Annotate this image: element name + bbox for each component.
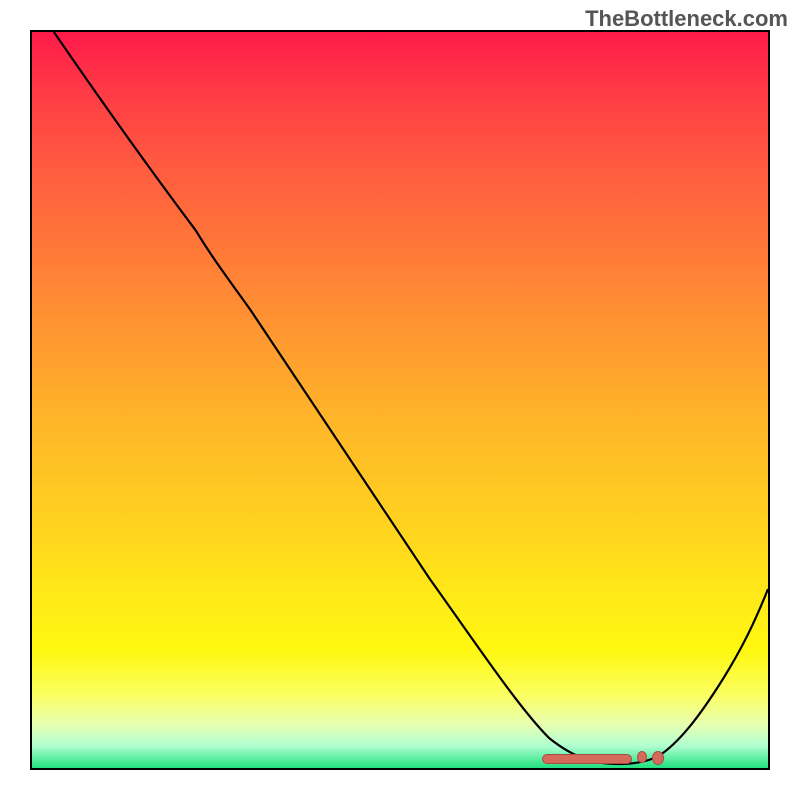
chart-svg xyxy=(32,32,768,768)
chart-marker-range xyxy=(542,754,632,764)
watermark-text: TheBottleneck.com xyxy=(585,6,788,32)
chart-marker-point xyxy=(652,751,664,765)
chart-curve xyxy=(54,32,768,764)
chart-plot-area xyxy=(30,30,770,770)
chart-marker-point xyxy=(637,751,647,763)
